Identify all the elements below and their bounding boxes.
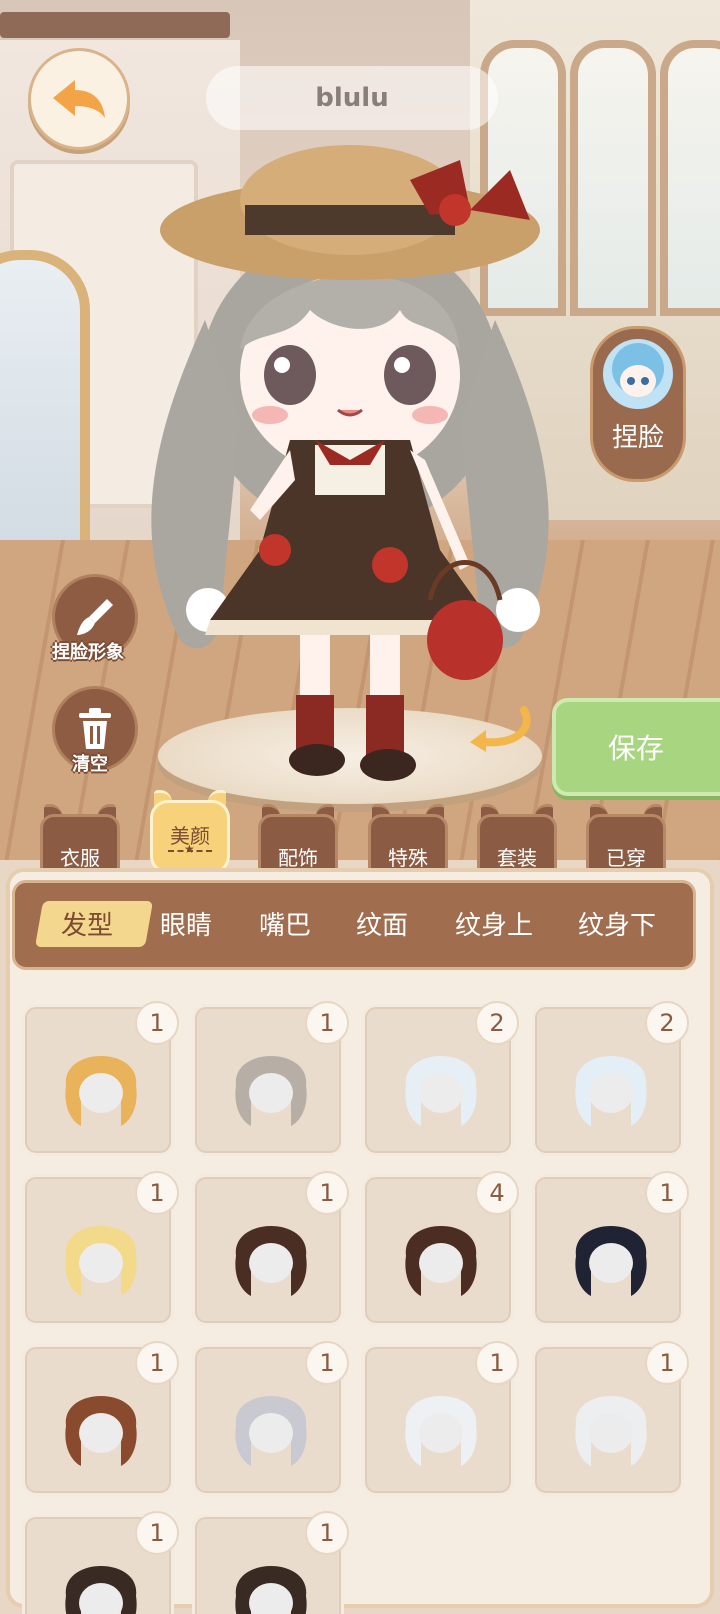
subcategory-bar: 发型 眼睛 嘴巴 纹面 纹身上 纹身下	[12, 880, 696, 970]
subtab-mouth[interactable]: 嘴巴	[259, 905, 311, 942]
subtab-lower-tattoo[interactable]: 纹身下	[578, 905, 656, 942]
hairstyle-item[interactable]: 1	[22, 1001, 179, 1156]
hairstyle-icon	[65, 1056, 137, 1126]
owned-count-badge: 1	[135, 1341, 179, 1385]
hairstyle-icon	[65, 1566, 137, 1614]
owned-count-badge: 1	[135, 1511, 179, 1555]
owned-count-badge: 1	[305, 1511, 349, 1555]
hairstyle-grid: 1 1 2 2 1 1 4 1 1 1 1 1 1 1	[14, 994, 714, 1614]
pinch-face-label: 捏脸形象	[52, 642, 124, 663]
hairstyle-icon	[235, 1396, 307, 1466]
save-button[interactable]: 保存	[552, 698, 720, 796]
hairstyle-item[interactable]: 1	[22, 1341, 179, 1496]
hairstyle-item[interactable]: 1	[192, 1171, 349, 1326]
trash-icon	[79, 708, 111, 749]
hairstyle-icon	[575, 1056, 647, 1126]
clear-label: 清空	[72, 754, 108, 775]
subtab-upper-tattoo[interactable]: 纹身上	[455, 905, 533, 942]
hairstyle-item[interactable]: 1	[22, 1511, 179, 1614]
hairstyle-item[interactable]: 2	[532, 1001, 689, 1156]
hairstyle-icon	[575, 1226, 647, 1296]
owned-count-badge: 1	[135, 1001, 179, 1045]
hairstyle-item[interactable]: 1	[532, 1171, 689, 1326]
owned-count-badge: 1	[645, 1341, 689, 1385]
back-arrow-icon	[53, 80, 105, 118]
owned-count-badge: 2	[475, 1001, 519, 1045]
hairstyle-icon	[235, 1226, 307, 1296]
window-arch	[660, 40, 720, 316]
hairstyle-item[interactable]: 1	[192, 1511, 349, 1614]
hairstyle-item[interactable]: 2	[362, 1001, 519, 1156]
character-name-box[interactable]: blulu	[206, 66, 498, 130]
save-label: 保存	[607, 732, 664, 765]
owned-count-badge: 2	[645, 1001, 689, 1045]
owned-count-badge: 1	[475, 1341, 519, 1385]
owned-count-badge: 1	[305, 1171, 349, 1215]
hairstyle-icon	[405, 1396, 477, 1466]
rotate-arrow-icon[interactable]	[464, 700, 534, 756]
shelf	[0, 12, 230, 38]
face-edit-label: 捏脸	[611, 423, 664, 453]
hairstyle-icon	[405, 1056, 477, 1126]
hairstyle-icon	[575, 1396, 647, 1466]
hairstyle-item[interactable]: 1	[532, 1341, 689, 1496]
hairstyle-item[interactable]: 1	[192, 1001, 349, 1156]
subtab-hairstyle[interactable]: 发型	[61, 905, 113, 942]
back-button[interactable]	[28, 48, 130, 150]
hairstyle-icon	[405, 1226, 477, 1296]
category-tabs: 衣服 美颜 ★ 配饰 特殊 套装 已穿	[0, 790, 720, 880]
hairstyle-icon	[235, 1056, 307, 1126]
brush-icon	[77, 599, 113, 635]
face-edit-button[interactable]: 捏脸	[590, 326, 686, 482]
hairstyle-icon	[65, 1226, 137, 1296]
hairstyle-item[interactable]: 1	[192, 1341, 349, 1496]
owned-count-badge: 1	[305, 1341, 349, 1385]
hairstyle-item[interactable]: 4	[362, 1171, 519, 1326]
owned-count-badge: 4	[475, 1171, 519, 1215]
owned-count-badge: 1	[645, 1171, 689, 1215]
owned-count-badge: 1	[135, 1171, 179, 1215]
subtab-face-tattoo[interactable]: 纹面	[356, 905, 408, 942]
hairstyle-icon	[65, 1396, 137, 1466]
owned-count-badge: 1	[305, 1001, 349, 1045]
tab-beauty[interactable]: 美颜 ★	[150, 790, 230, 874]
subtab-eyes[interactable]: 眼睛	[160, 905, 212, 942]
character-name: blulu	[315, 83, 389, 113]
face-avatar-icon	[603, 339, 673, 409]
hairstyle-icon	[235, 1566, 307, 1614]
hairstyle-item[interactable]: 1	[22, 1171, 179, 1326]
hairstyle-item[interactable]: 1	[362, 1341, 519, 1496]
